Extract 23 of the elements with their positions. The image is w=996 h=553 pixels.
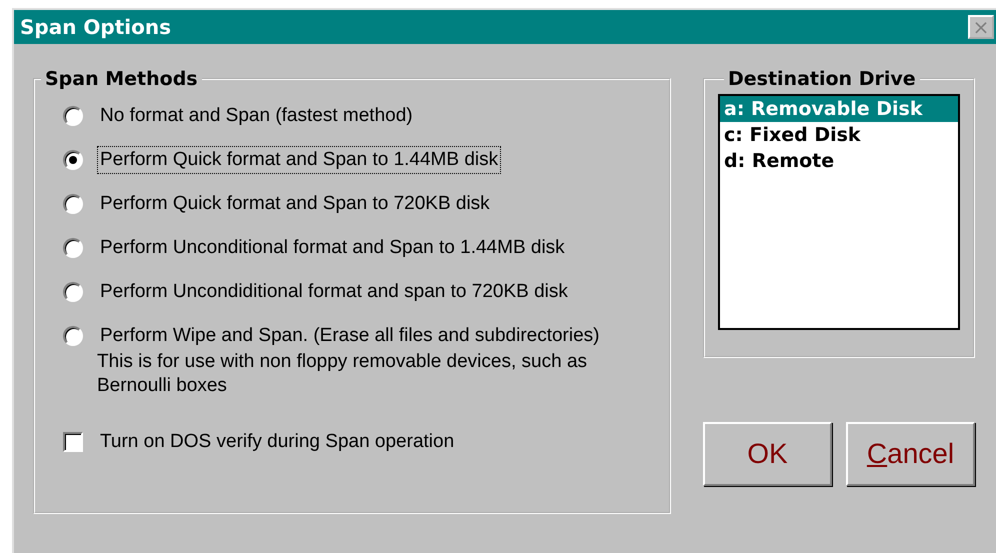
dialog-button[interactable]: Cancel	[846, 422, 975, 486]
checkbox-label: Turn on DOS verify during Span operation	[99, 430, 456, 454]
option-label: Perform Quick format and Span to 1.44MB disk	[97, 146, 502, 174]
checkbox[interactable]	[63, 432, 83, 452]
option-label: Perform Wipe and Span. (Erase all files and subdirectories)	[99, 324, 601, 348]
radio-button[interactable]	[63, 238, 83, 258]
drive-list-item[interactable]: c: Fixed Disk	[720, 122, 958, 148]
radio-button[interactable]	[63, 194, 83, 214]
window-title: Span Options	[20, 15, 172, 39]
option-label: Perform Unconditional format and Span to 1.44MB disk	[99, 236, 566, 260]
radio-button[interactable]	[63, 150, 83, 170]
dialog-button[interactable]: OK	[703, 422, 832, 486]
option-label: Perform Quick format and Span to 720KB disk	[99, 192, 491, 216]
drive-list-item[interactable]: a: Removable Disk	[720, 96, 958, 122]
drive-list-item[interactable]: d: Remote	[720, 148, 958, 174]
radio-button[interactable]	[63, 282, 83, 302]
radio-button[interactable]	[63, 106, 83, 126]
group-title: Destination Drive	[727, 68, 917, 90]
radio-button[interactable]	[63, 326, 83, 346]
option-label: No format and Span (fastest method)	[99, 104, 414, 128]
group-title: Span Methods	[44, 68, 199, 90]
option-label: Perform Uncondiditional format and span to 720KB disk	[99, 280, 569, 304]
option-note: This is for use with non floppy removable devices, such as Bernoulli boxes	[97, 350, 588, 398]
